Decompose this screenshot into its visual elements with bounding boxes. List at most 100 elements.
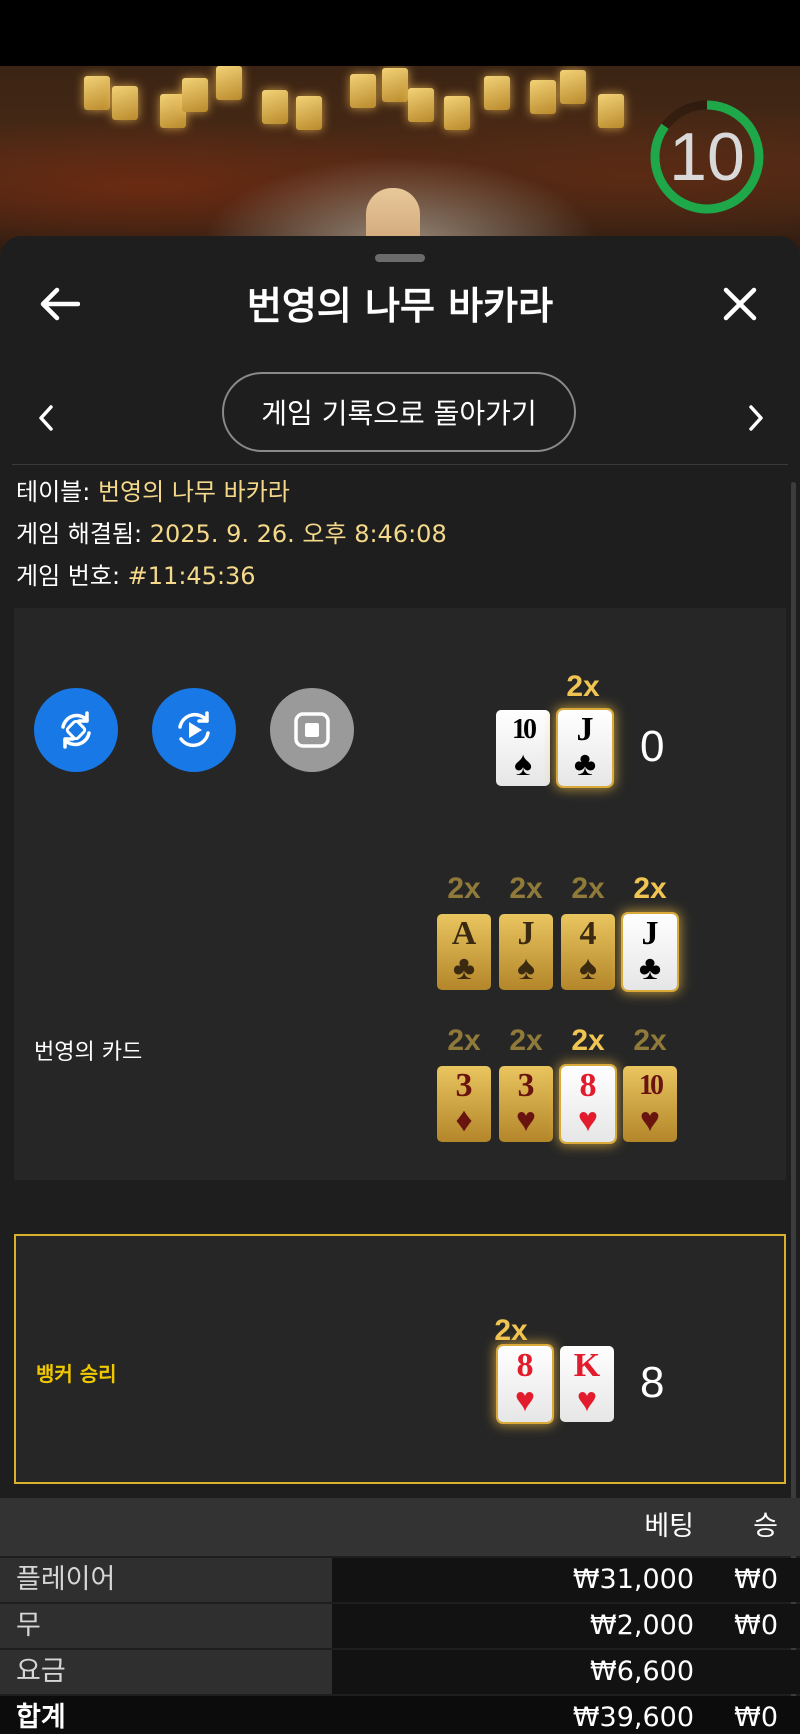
divider [12, 464, 788, 465]
lantern-decoration [350, 74, 376, 108]
prosperity-multiplier: 2x [571, 1024, 605, 1057]
table-row: 요금 ₩6,600 [0, 1650, 800, 1694]
player-card-multiplier: 2x [566, 670, 600, 703]
close-icon [723, 287, 757, 321]
card-rank: J [641, 915, 659, 952]
game-detail-sheet: 번영의 나무 바카라 게임 기록으로 돌아가기 테이블: 번영의 나무 바카라 … [0, 236, 800, 1734]
row-bet: ₩6,600 [590, 1656, 694, 1687]
total-label: 합계 [16, 1702, 66, 1733]
spade-icon: ♠ [578, 950, 598, 987]
info-number-value: #11:45:36 [127, 562, 256, 590]
spade-icon: ♠ [516, 950, 536, 987]
next-game-button[interactable] [734, 386, 778, 450]
card-rank: J [517, 915, 535, 952]
banker-result-box: 뱅커 승리 2x 8 ♥ K ♥ 8 [14, 1234, 786, 1484]
page-title: 번영의 나무 바카라 [246, 284, 554, 328]
card-rank: J [576, 711, 594, 748]
prosperity-card: 3 ♦ [437, 1066, 491, 1142]
row-win: ₩0 [734, 1610, 778, 1641]
info-table-value: 번영의 나무 바카라 [97, 478, 290, 506]
play-replay-button[interactable] [152, 688, 236, 772]
prosperity-multiplier: 2x [447, 1024, 481, 1057]
table-row: 무 ₩2,000 ₩0 [0, 1604, 800, 1648]
total-bet: ₩39,600 [572, 1702, 694, 1733]
previous-game-button[interactable] [24, 386, 68, 450]
info-table-label: 테이블: [16, 478, 98, 506]
diamond-icon: ♦ [455, 1102, 473, 1139]
card-rank: 10 [512, 714, 537, 745]
card-rank: 10 [639, 1070, 664, 1101]
card-rank: 8 [579, 1067, 597, 1104]
banker-card-2: K ♥ [560, 1346, 614, 1422]
prosperity-multiplier: 2x [509, 1024, 543, 1057]
heart-icon: ♥ [639, 1102, 661, 1139]
info-table: 테이블: 번영의 나무 바카라 [16, 472, 290, 507]
row-label: 무 [16, 1610, 41, 1641]
lantern-decoration [112, 86, 138, 120]
close-button[interactable] [712, 276, 768, 332]
lantern-decoration [382, 68, 408, 102]
prosperity-card: 10 ♥ [623, 1066, 677, 1142]
table-total-row: 합계 ₩39,600 ₩0 [0, 1696, 800, 1734]
row-label: 플레이어 [16, 1564, 116, 1595]
prosperity-multiplier: 2x [633, 872, 667, 905]
lantern-decoration [444, 96, 470, 130]
row-bet: ₩31,000 [572, 1564, 694, 1595]
lantern-decoration [598, 94, 624, 128]
club-icon: ♣ [573, 746, 597, 783]
replay-button[interactable] [34, 688, 118, 772]
timer-value: 10 [669, 119, 745, 195]
round-timer: 10 [648, 98, 766, 216]
heart-icon: ♥ [577, 1102, 599, 1139]
lantern-decoration [560, 70, 586, 104]
prosperity-card: A ♣ [437, 914, 491, 990]
card-rank: A [451, 915, 477, 952]
lantern-decoration [182, 78, 208, 112]
lantern-decoration [296, 96, 322, 130]
prosperity-card-active: 8 ♥ [561, 1066, 615, 1142]
card-rank: 4 [579, 915, 597, 952]
player-card-1: 10 ♠ [496, 710, 550, 786]
heart-icon: ♥ [514, 1382, 536, 1419]
total-win: ₩0 [734, 1702, 778, 1733]
heart-icon: ♥ [515, 1102, 537, 1139]
row-win: ₩0 [734, 1564, 778, 1595]
info-resolved: 게임 해결됨: 2025. 9. 26. 오후 8:46:08 [16, 514, 447, 549]
info-resolved-value: 2025. 9. 26. 오후 8:46:08 [149, 520, 447, 548]
prosperity-card-active: J ♣ [623, 914, 677, 990]
lantern-decoration [84, 76, 110, 110]
back-to-history-button[interactable]: 게임 기록으로 돌아가기 [222, 372, 576, 452]
prosperity-card: 4 ♠ [561, 914, 615, 990]
card-rank: 8 [516, 1347, 534, 1384]
prosperity-multiplier: 2x [571, 872, 605, 905]
game-result-area: 2x 10 ♠ J ♣ 0 번영의 카드 2x 2x 2x 2x A ♣ J ♠… [14, 608, 786, 1180]
drag-handle[interactable] [375, 254, 425, 262]
prosperity-cards-label: 번영의 카드 [34, 1040, 143, 1065]
prosperity-multiplier: 2x [509, 872, 543, 905]
row-label: 요금 [16, 1656, 66, 1687]
club-icon: ♣ [452, 950, 476, 987]
banker-score: 8 [640, 1358, 665, 1407]
lantern-decoration [408, 88, 434, 122]
lantern-decoration [216, 66, 242, 100]
lantern-decoration [484, 76, 510, 110]
card-rank: K [573, 1347, 601, 1384]
table-header: 베팅 승 [0, 1498, 800, 1556]
column-win-header: 승 [753, 1511, 778, 1542]
info-number-label: 게임 번호: [16, 562, 128, 590]
arrow-left-icon [40, 287, 80, 321]
card-rank: 3 [517, 1067, 535, 1104]
chevron-left-icon [39, 405, 53, 431]
stop-button[interactable] [270, 688, 354, 772]
row-bet: ₩2,000 [590, 1610, 694, 1641]
banker-card-multiplier: 2x [494, 1314, 528, 1347]
player-score: 0 [640, 722, 665, 771]
lantern-decoration [530, 80, 556, 114]
player-card-2: J ♣ [558, 710, 612, 786]
column-bet-header: 베팅 [644, 1511, 694, 1542]
spade-icon: ♠ [513, 746, 533, 783]
card-rank: 3 [455, 1067, 473, 1104]
banker-card-1: 8 ♥ [498, 1346, 552, 1422]
back-button[interactable] [32, 276, 88, 332]
sync-replay-icon [61, 711, 91, 749]
